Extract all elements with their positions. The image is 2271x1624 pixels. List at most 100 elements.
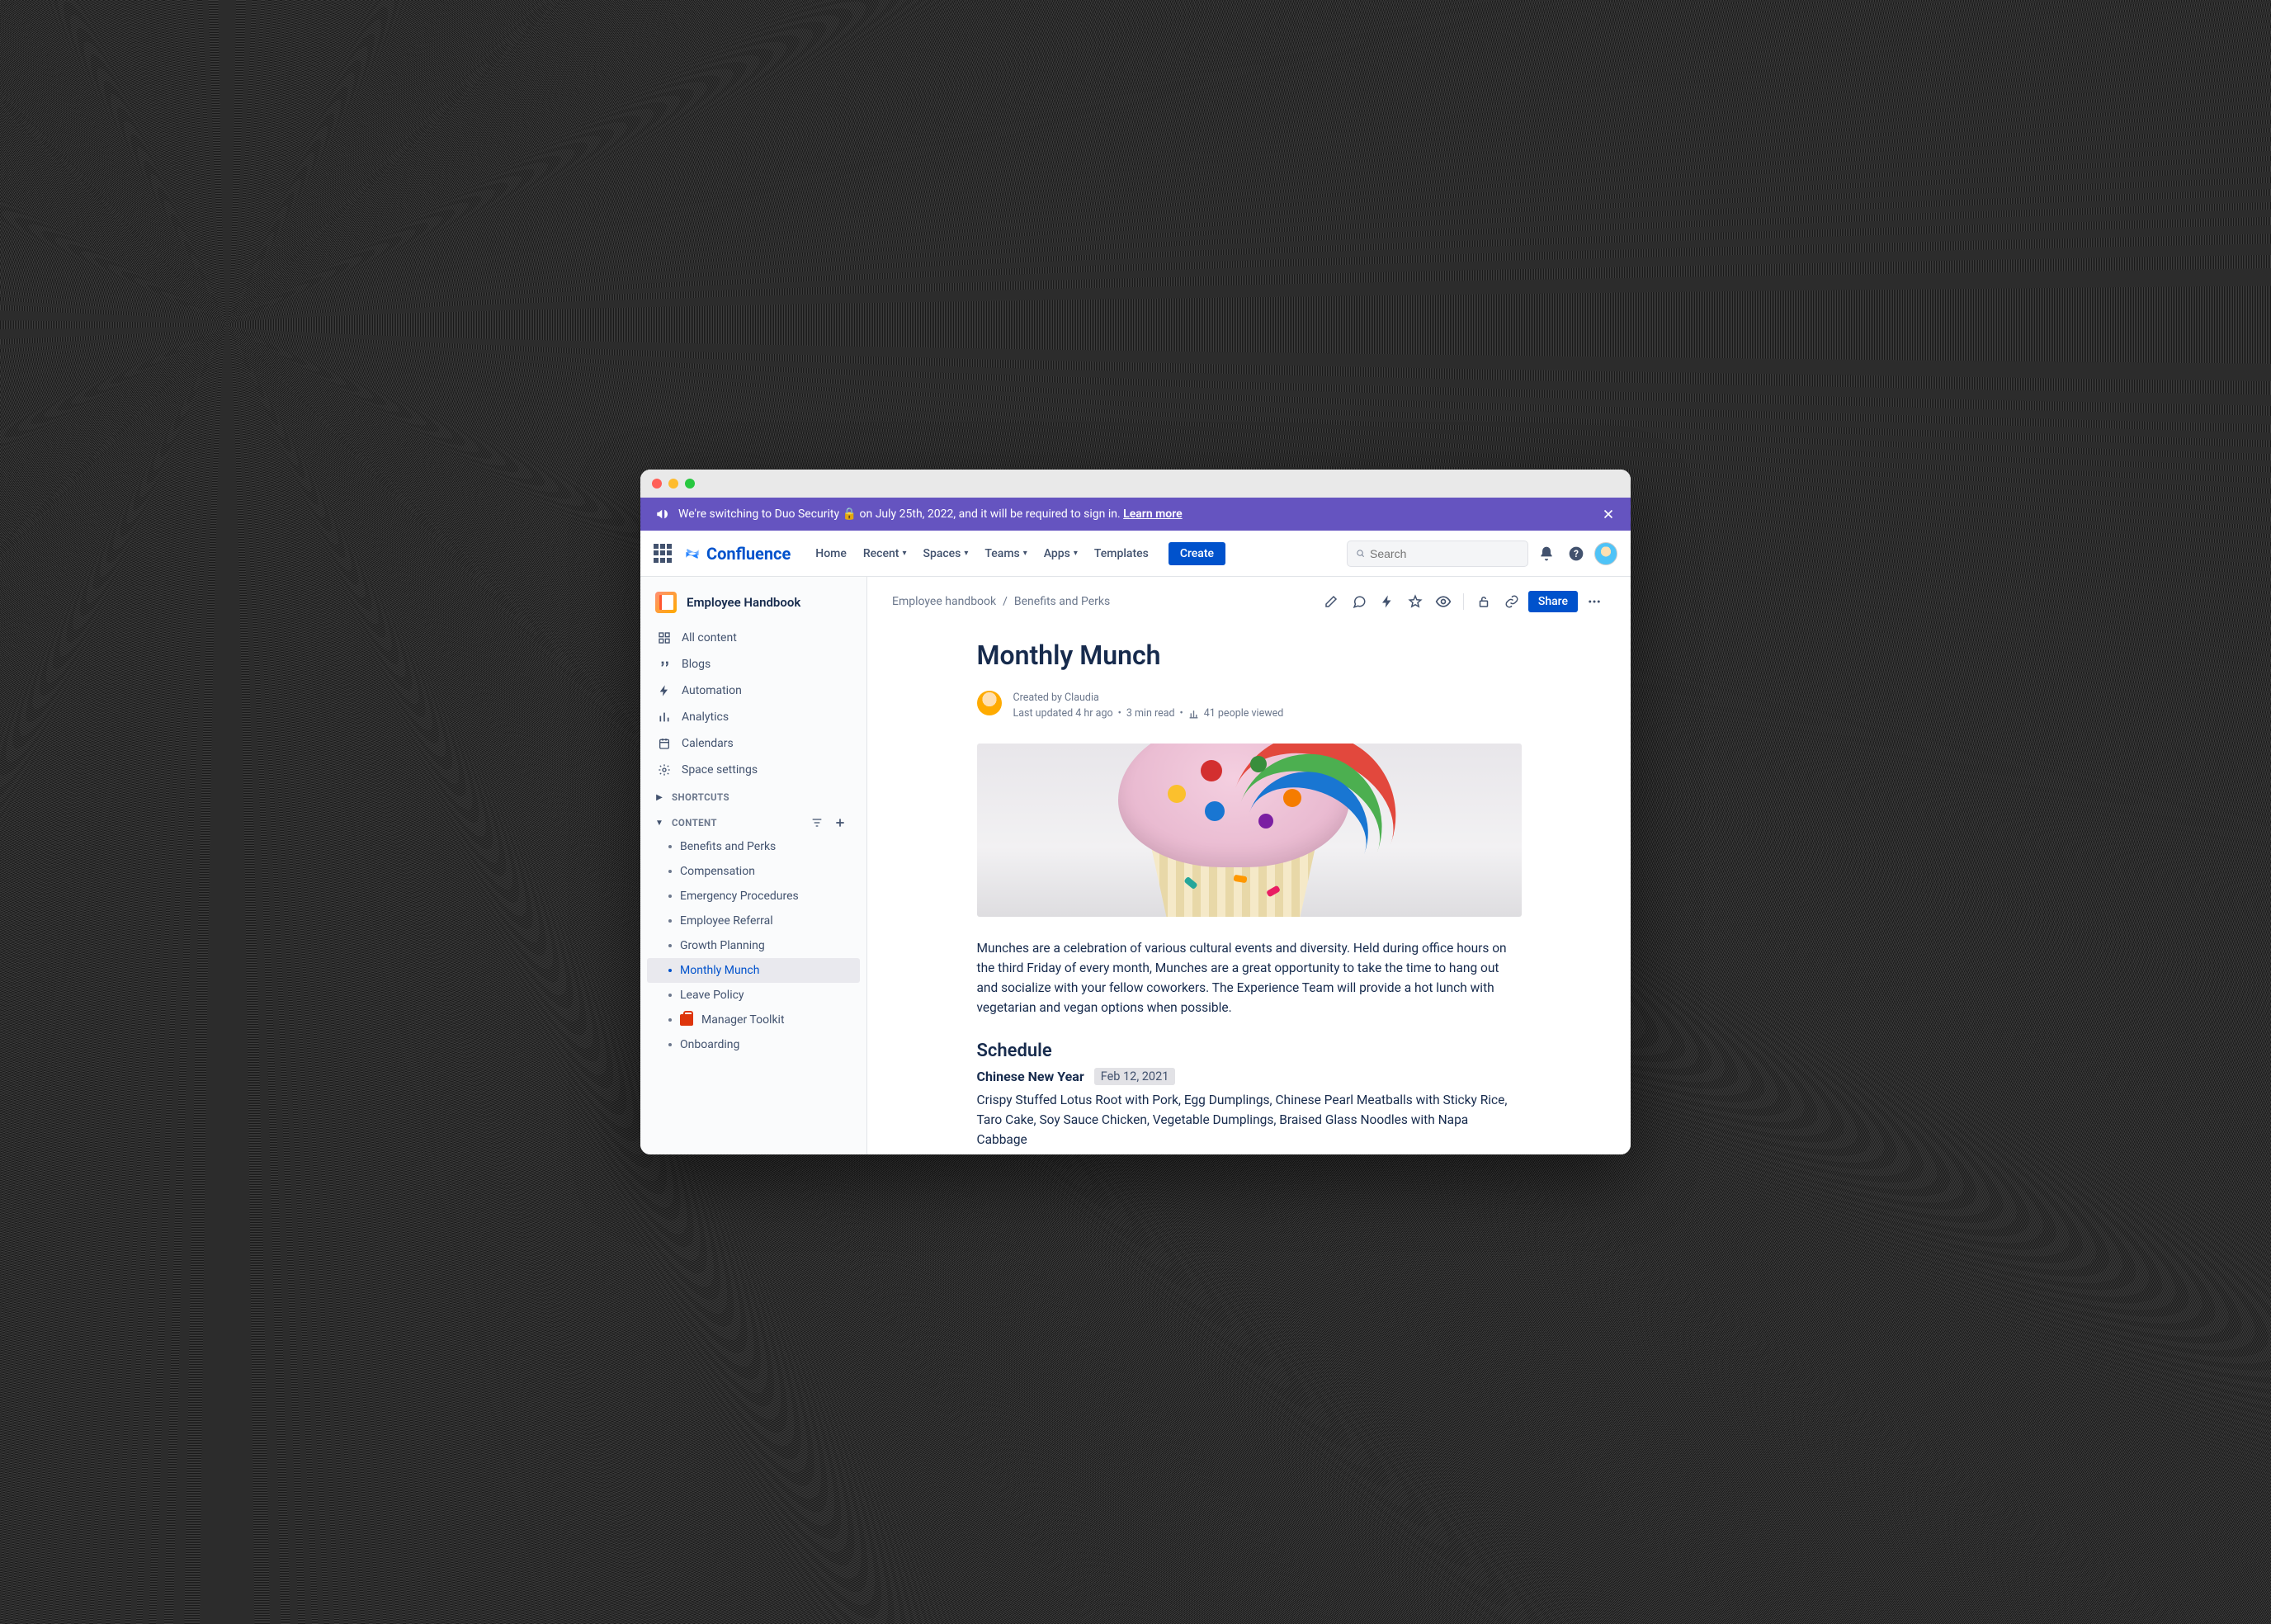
bullet-icon bbox=[668, 944, 672, 947]
sidebar-item-automation[interactable]: Automation bbox=[647, 677, 860, 704]
comment-icon[interactable] bbox=[1348, 590, 1371, 613]
sidebar-item-space-settings[interactable]: Space settings bbox=[647, 757, 860, 783]
content-section[interactable]: ▼ CONTENT bbox=[647, 808, 860, 834]
space-icon bbox=[655, 592, 677, 613]
toolkit-icon bbox=[680, 1014, 693, 1026]
nav-templates[interactable]: Templates bbox=[1086, 542, 1157, 565]
tree-item-manager-toolkit[interactable]: Manager Toolkit bbox=[647, 1008, 860, 1032]
bars-icon bbox=[657, 710, 672, 725]
intro-paragraph: Munches are a celebration of various cul… bbox=[977, 938, 1522, 1017]
sidebar-item-blogs[interactable]: Blogs bbox=[647, 651, 860, 677]
bullet-icon bbox=[668, 1043, 672, 1046]
share-button[interactable]: Share bbox=[1528, 591, 1578, 612]
restrictions-icon[interactable] bbox=[1472, 590, 1495, 613]
event-menu: Crispy Stuffed Lotus Root with Pork, Egg… bbox=[977, 1090, 1522, 1150]
bolt-icon[interactable] bbox=[1376, 590, 1399, 613]
view-count: 41 people viewed bbox=[1204, 706, 1284, 722]
main-content: Employee handbook / Benefits and Perks S… bbox=[867, 577, 1631, 1154]
author-avatar[interactable] bbox=[977, 691, 1002, 715]
more-icon[interactable] bbox=[1583, 590, 1606, 613]
bullet-icon bbox=[668, 994, 672, 997]
profile-avatar[interactable] bbox=[1594, 542, 1617, 565]
watch-icon[interactable] bbox=[1432, 590, 1455, 613]
created-by: Created by Claudia bbox=[1013, 691, 1284, 706]
nav-spaces[interactable]: Spaces▾ bbox=[914, 542, 976, 565]
tree-item-employee-referral[interactable]: Employee Referral bbox=[647, 909, 860, 933]
edit-icon[interactable] bbox=[1320, 590, 1343, 613]
search-box[interactable] bbox=[1347, 541, 1528, 567]
tree-item-label: Compensation bbox=[680, 865, 755, 878]
tree-item-label: Monthly Munch bbox=[680, 964, 759, 977]
tree-item-label: Benefits and Perks bbox=[680, 840, 776, 853]
chevron-down-icon: ▼ bbox=[654, 819, 665, 828]
sidebar-item-label: All content bbox=[682, 631, 737, 644]
window-maximize-button[interactable] bbox=[685, 479, 695, 489]
hero-image bbox=[977, 744, 1522, 917]
page-title: Monthly Munch bbox=[977, 640, 1522, 671]
grid-icon bbox=[657, 630, 672, 645]
byline: Created by Claudia Last updated 4 hr ago… bbox=[977, 691, 1522, 722]
tree-item-monthly-munch[interactable]: Monthly Munch bbox=[647, 958, 860, 983]
search-input[interactable] bbox=[1370, 547, 1519, 560]
event-title: Chinese New Year bbox=[977, 1069, 1084, 1084]
nav-teams[interactable]: Teams▾ bbox=[976, 542, 1035, 565]
product-name: Confluence bbox=[706, 544, 791, 564]
tree-item-emergency-procedures[interactable]: Emergency Procedures bbox=[647, 884, 860, 909]
window-titlebar bbox=[640, 470, 1631, 498]
banner-learn-more-link[interactable]: Learn more bbox=[1123, 508, 1182, 521]
schedule-heading: Schedule bbox=[977, 1041, 1522, 1061]
link-icon[interactable] bbox=[1500, 590, 1523, 613]
star-icon[interactable] bbox=[1404, 590, 1427, 613]
tree-item-label: Growth Planning bbox=[680, 939, 765, 952]
shortcuts-section[interactable]: ▶ SHORTCUTS bbox=[647, 783, 860, 808]
breadcrumb-item[interactable]: Employee handbook bbox=[892, 595, 996, 608]
sidebar-item-label: Space settings bbox=[682, 763, 758, 777]
window-close-button[interactable] bbox=[652, 479, 662, 489]
sidebar-item-calendars[interactable]: Calendars bbox=[647, 730, 860, 757]
chevron-down-icon: ▾ bbox=[1074, 549, 1078, 558]
last-updated: Last updated 4 hr ago bbox=[1013, 706, 1113, 722]
tree-item-leave-policy[interactable]: Leave Policy bbox=[647, 983, 860, 1008]
sidebar: Employee Handbook All content Blogs Automa… bbox=[640, 577, 867, 1154]
nav-recent[interactable]: Recent▾ bbox=[855, 542, 915, 565]
notifications-icon[interactable] bbox=[1535, 542, 1558, 565]
bullet-icon bbox=[668, 845, 672, 848]
app-switcher-icon[interactable] bbox=[654, 544, 673, 564]
chevron-down-icon: ▾ bbox=[964, 549, 968, 558]
tree-item-label: Employee Referral bbox=[680, 914, 773, 928]
sidebar-item-label: Analytics bbox=[682, 710, 729, 724]
event-date: Feb 12, 2021 bbox=[1094, 1068, 1176, 1085]
breadcrumb: Employee handbook / Benefits and Perks bbox=[892, 595, 1110, 608]
window-minimize-button[interactable] bbox=[668, 479, 678, 489]
nav-home[interactable]: Home bbox=[807, 542, 855, 565]
shortcuts-label: SHORTCUTS bbox=[672, 791, 850, 803]
calendar-icon bbox=[657, 736, 672, 751]
filter-icon[interactable] bbox=[810, 816, 827, 829]
chevron-right-icon: ▶ bbox=[654, 793, 665, 802]
tree-item-onboarding[interactable]: Onboarding bbox=[647, 1032, 860, 1057]
sidebar-item-all-content[interactable]: All content bbox=[647, 625, 860, 651]
confluence-logo[interactable]: Confluence bbox=[683, 544, 791, 564]
content-label: CONTENT bbox=[672, 817, 804, 829]
sidebar-item-analytics[interactable]: Analytics bbox=[647, 704, 860, 730]
tree-item-growth-planning[interactable]: Growth Planning bbox=[647, 933, 860, 958]
bolt-icon bbox=[657, 683, 672, 698]
breadcrumb-item[interactable]: Benefits and Perks bbox=[1014, 595, 1110, 608]
sidebar-item-label: Automation bbox=[682, 684, 742, 697]
page-actions: Share bbox=[1320, 590, 1606, 613]
space-header[interactable]: Employee Handbook bbox=[647, 592, 860, 625]
bullet-icon bbox=[668, 870, 672, 873]
add-icon[interactable] bbox=[833, 816, 850, 829]
help-icon[interactable]: ? bbox=[1565, 542, 1588, 565]
announcement-banner: We're switching to Duo Security 🔒 on Jul… bbox=[640, 498, 1631, 531]
nav-apps[interactable]: Apps▾ bbox=[1036, 542, 1086, 565]
create-button[interactable]: Create bbox=[1169, 542, 1225, 565]
banner-close-icon[interactable] bbox=[1601, 507, 1616, 522]
svg-text:?: ? bbox=[1574, 548, 1579, 559]
bullet-icon bbox=[668, 895, 672, 898]
space-title: Employee Handbook bbox=[687, 595, 800, 610]
chevron-down-icon: ▾ bbox=[902, 549, 906, 558]
tree-item-benefits-and-perks[interactable]: Benefits and Perks bbox=[647, 834, 860, 859]
analytics-icon bbox=[1188, 709, 1199, 720]
tree-item-compensation[interactable]: Compensation bbox=[647, 859, 860, 884]
